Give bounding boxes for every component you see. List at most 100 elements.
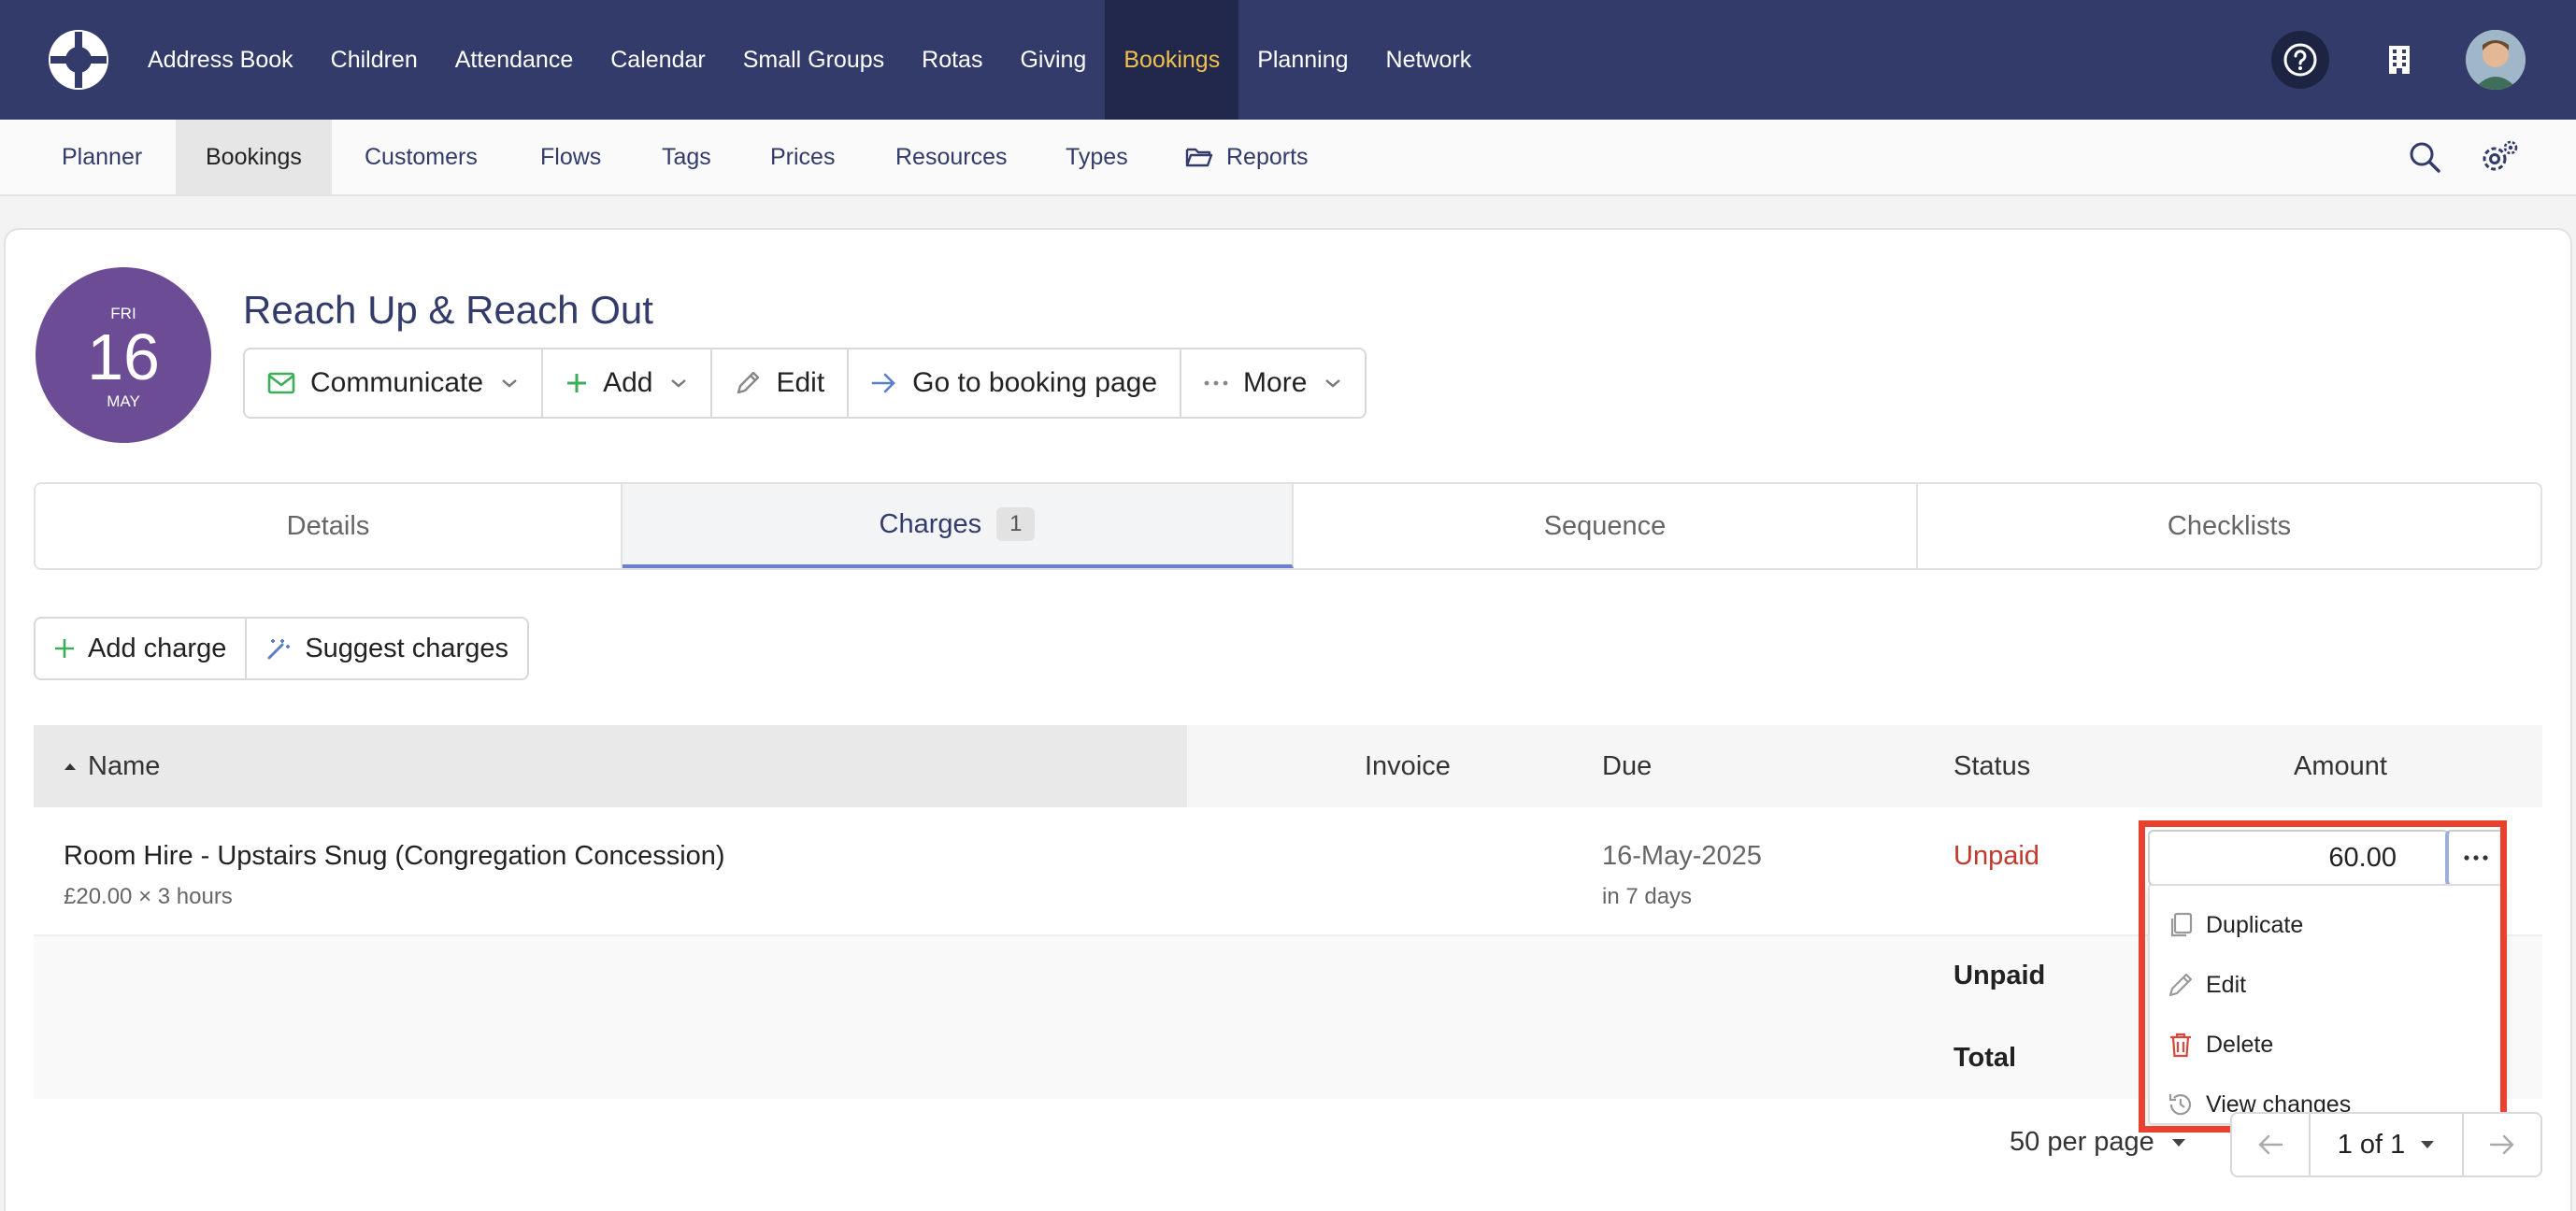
charge-due-relative: in 7 days <box>1602 884 1693 909</box>
arrow-right-icon <box>2489 1134 2514 1155</box>
next-page-button[interactable] <box>2464 1114 2540 1175</box>
tab-sequence[interactable]: Sequence <box>1294 484 1918 568</box>
menu-item-edit[interactable]: Edit <box>2150 955 2503 1015</box>
topnav-item-children[interactable]: Children <box>312 0 436 120</box>
topnav-item-giving[interactable]: Giving <box>1001 0 1105 120</box>
topnav-item-rotas[interactable]: Rotas <box>903 0 1001 120</box>
caret-down-icon <box>2171 1138 2185 1147</box>
per-page-select[interactable]: 50 per page <box>2010 1127 2186 1158</box>
settings-gears-icon[interactable] <box>2479 136 2520 178</box>
menu-item-delete-label: Delete <box>2206 1031 2274 1058</box>
page-select[interactable]: 1 of 1 <box>2309 1114 2464 1175</box>
charge-name[interactable]: Room Hire - Upstairs Snug (Congregation … <box>64 841 725 872</box>
edit-button[interactable]: Edit <box>712 349 850 417</box>
charges-count-badge: 1 <box>996 507 1036 541</box>
topnav-item-bookings[interactable]: Bookings <box>1105 0 1239 120</box>
status-column-header[interactable]: Status <box>1953 725 2030 807</box>
suggest-charges-label: Suggest charges <box>305 633 508 663</box>
go-to-booking-page-button[interactable]: Go to booking page <box>849 349 1182 417</box>
app-logo-icon[interactable] <box>47 28 110 92</box>
booking-date-badge: FRI 16 MAY <box>36 267 211 443</box>
tab-details[interactable]: Details <box>36 484 623 568</box>
topnav-item-attendance[interactable]: Attendance <box>436 0 593 120</box>
date-day: 16 <box>87 321 160 393</box>
charge-detail: £20.00 × 3 hours <box>64 884 233 909</box>
plus-icon <box>55 639 74 658</box>
topnav-item-network[interactable]: Network <box>1367 0 1491 120</box>
pencil-icon <box>2168 973 2193 997</box>
per-page-label: 50 per page <box>2010 1127 2154 1157</box>
charge-status-badge: Unpaid <box>1953 841 2039 871</box>
name-column-header[interactable]: Name <box>64 725 160 807</box>
more-button[interactable]: More <box>1181 349 1365 417</box>
arrow-right-icon <box>871 373 896 393</box>
subnav-item-types[interactable]: Types <box>1036 120 1158 194</box>
topnav-item-calendar[interactable]: Calendar <box>592 0 723 120</box>
charges-table-header: Name Invoice Due Status Amount <box>34 725 2542 807</box>
menu-item-delete[interactable]: Delete <box>2150 1015 2503 1075</box>
subnav-item-flows[interactable]: Flows <box>510 120 631 194</box>
booking-title[interactable]: Reach Up & Reach Out <box>243 288 653 333</box>
communicate-label: Communicate <box>310 367 484 398</box>
edit-label: Edit <box>776 367 825 398</box>
ellipsis-icon <box>1204 380 1228 386</box>
help-icon[interactable] <box>2271 31 2329 89</box>
name-column-label: Name <box>88 750 161 781</box>
user-avatar[interactable] <box>2466 30 2526 90</box>
topnav-item-small-groups[interactable]: Small Groups <box>724 0 903 120</box>
building-icon[interactable] <box>2370 31 2428 89</box>
topnav-item-address-book[interactable]: Address Book <box>129 0 312 120</box>
add-charge-button[interactable]: Add charge <box>36 619 248 678</box>
more-label: More <box>1243 367 1308 398</box>
topnav-item-planning[interactable]: Planning <box>1238 0 1367 120</box>
chevron-down-icon <box>671 379 687 388</box>
tab-checklists[interactable]: Checklists <box>1918 484 2540 568</box>
subnav-item-bookings[interactable]: Bookings <box>176 120 332 194</box>
add-label: Add <box>603 367 653 398</box>
sort-ascending-icon <box>64 763 76 770</box>
tab-charges[interactable]: Charges 1 <box>623 484 1294 568</box>
page-indicator: 1 of 1 <box>2337 1129 2406 1160</box>
charge-actions: Add charge Suggest charges <box>34 617 529 680</box>
folder-open-icon <box>1185 146 1213 168</box>
charge-due-date: 16-May-2025 <box>1602 841 1762 871</box>
amount-column-header[interactable]: Amount <box>2294 725 2387 807</box>
row-actions-menu: Duplicate Edit Delete View changes <box>2148 884 2505 1125</box>
previous-page-button[interactable] <box>2232 1114 2309 1175</box>
chevron-down-icon <box>1325 379 1341 388</box>
sub-navigation: Planner Bookings Customers Flows Tags Pr… <box>0 120 2576 196</box>
add-button[interactable]: Add <box>543 349 713 417</box>
booking-tabs: Details Charges 1 Sequence Checklists <box>34 482 2542 570</box>
tab-charges-label: Charges <box>879 508 982 539</box>
due-column-header[interactable]: Due <box>1602 725 1652 807</box>
subnav-item-reports[interactable]: Reports <box>1155 120 1338 194</box>
plus-icon <box>567 374 587 392</box>
subnav-item-planner[interactable]: Planner <box>32 120 172 194</box>
row-actions-button[interactable] <box>2445 830 2505 886</box>
arrow-left-icon <box>2258 1134 2283 1155</box>
subnav-item-reports-label: Reports <box>1226 143 1309 170</box>
menu-item-edit-label: Edit <box>2206 971 2247 998</box>
add-charge-label: Add charge <box>88 633 227 663</box>
go-to-booking-page-label: Go to booking page <box>912 367 1158 398</box>
subnav-item-prices[interactable]: Prices <box>740 120 865 194</box>
booking-actions: Communicate Add Edit Go to booking page … <box>243 348 1367 419</box>
caret-down-icon <box>2421 1141 2435 1148</box>
communicate-button[interactable]: Communicate <box>245 349 544 417</box>
search-icon[interactable] <box>2404 136 2445 178</box>
pagination: 1 of 1 <box>2230 1112 2542 1177</box>
chevron-down-icon <box>502 379 517 388</box>
total-summary-label: Total <box>1953 1043 2017 1073</box>
ellipsis-icon <box>2464 855 2488 861</box>
charge-amount-field[interactable]: 60.00 <box>2148 830 2449 886</box>
subnav-item-tags[interactable]: Tags <box>632 120 741 194</box>
invoice-column-header[interactable]: Invoice <box>1365 725 1451 807</box>
date-month: MAY <box>107 392 140 410</box>
subnav-item-customers[interactable]: Customers <box>335 120 508 194</box>
menu-item-duplicate[interactable]: Duplicate <box>2150 895 2503 955</box>
unpaid-summary-label: Unpaid <box>1953 961 2046 990</box>
suggest-charges-button[interactable]: Suggest charges <box>247 619 527 678</box>
duplicate-icon <box>2170 912 2193 937</box>
history-icon <box>2168 1094 2192 1116</box>
subnav-item-resources[interactable]: Resources <box>866 120 1038 194</box>
